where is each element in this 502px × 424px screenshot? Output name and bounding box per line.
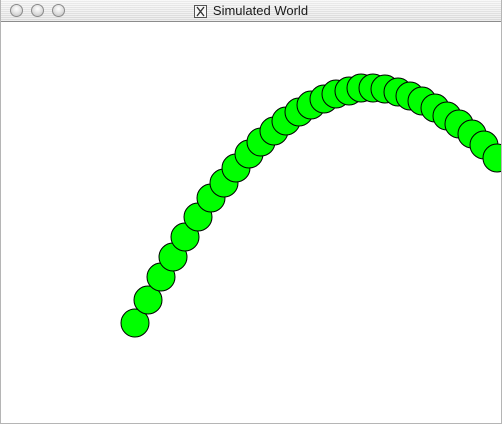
title-group: Simulated World [1,0,501,22]
world-canvas [1,22,501,423]
title-bar[interactable]: Simulated World [1,0,501,22]
minimize-icon[interactable] [31,4,44,17]
zoom-icon[interactable] [52,4,65,17]
ball-layer [120,73,501,338]
window: Simulated World [0,0,502,424]
window-title: Simulated World [212,3,309,18]
close-icon[interactable] [10,4,23,17]
x11-icon [193,4,207,18]
